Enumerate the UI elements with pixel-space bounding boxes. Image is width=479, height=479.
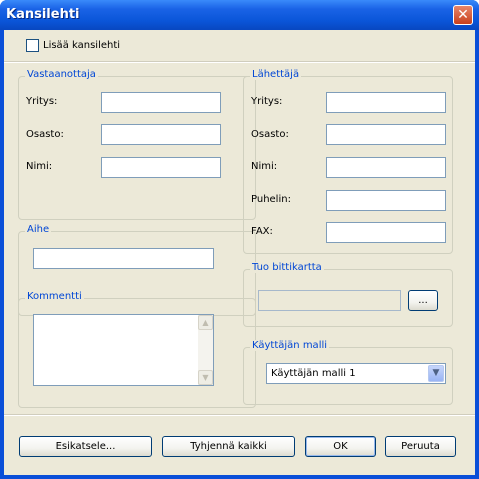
scroll-down-button[interactable]: ▼ (198, 370, 213, 385)
close-icon: ✕ (457, 7, 469, 23)
bottom-divider (4, 414, 475, 416)
sender-fax-label: FAX: (251, 226, 273, 237)
add-cover-label: Lisää kansilehti (43, 39, 121, 51)
clear-all-button[interactable]: Tyhjennä kaikki (162, 436, 295, 457)
comment-textarea[interactable]: ▲ ▼ (33, 314, 214, 386)
sender-phone-input[interactable] (326, 190, 446, 211)
recipient-company-label: Yritys: (26, 96, 58, 107)
sender-phone-label: Puhelin: (251, 194, 291, 205)
recipient-department-label: Osasto: (26, 129, 64, 140)
dialog-body: Lisää kansilehti Vastaanottaja Yritys: O… (4, 30, 475, 475)
bitmap-path-input[interactable] (258, 290, 401, 311)
add-cover-checkbox-row[interactable]: Lisää kansilehti (26, 38, 120, 52)
recipient-name-label: Nimi: (26, 161, 53, 172)
sender-name-label: Nimi: (251, 161, 278, 172)
recipient-group: Vastaanottaja Yritys: Osasto: Nimi: (18, 69, 256, 220)
subject-legend: Aihe (25, 224, 52, 235)
subject-input[interactable] (33, 248, 214, 269)
chevron-down-icon: ▼ (202, 373, 209, 382)
title-bar[interactable]: Kansilehti ✕ (0, 0, 479, 30)
sender-company-label: Yritys: (251, 96, 283, 107)
comment-scrollbar[interactable]: ▲ ▼ (198, 315, 213, 385)
sender-name-input[interactable] (326, 157, 446, 178)
chevron-up-icon: ▲ (202, 318, 209, 327)
recipient-company-input[interactable] (101, 92, 221, 113)
bitmap-browse-button[interactable]: ... (408, 290, 438, 311)
add-cover-checkbox[interactable] (26, 38, 39, 52)
top-divider (4, 61, 475, 63)
comment-group: Kommentti ▲ ▼ (18, 291, 256, 408)
sender-department-input[interactable] (326, 124, 446, 145)
chevron-down-icon: ▼ (432, 368, 440, 378)
template-select[interactable]: Käyttäjän malli 1 ▼ (266, 363, 446, 384)
comment-legend: Kommentti (25, 291, 84, 302)
recipient-name-input[interactable] (101, 157, 221, 178)
recipient-legend: Vastaanottaja (25, 69, 98, 80)
ok-button[interactable]: OK (305, 436, 376, 457)
template-legend: Käyttäjän malli (250, 340, 330, 351)
template-selected-value: Käyttäjän malli 1 (271, 368, 356, 379)
close-button[interactable]: ✕ (453, 5, 473, 25)
bitmap-legend: Tuo bittikartta (250, 262, 324, 273)
dropdown-button[interactable]: ▼ (428, 365, 444, 382)
preview-button[interactable]: Esikatsele... (19, 436, 152, 457)
sender-department-label: Osasto: (251, 129, 289, 140)
window-title: Kansilehti (6, 7, 80, 22)
cancel-button[interactable]: Peruuta (385, 436, 456, 457)
sender-company-input[interactable] (326, 92, 446, 113)
sender-fax-input[interactable] (326, 222, 446, 243)
bitmap-group: Tuo bittikartta ... (243, 262, 453, 327)
dialog-window: Kansilehti ✕ Lisää kansilehti Vastaanott… (0, 0, 479, 479)
sender-legend: Lähettäjä (250, 69, 302, 80)
sender-group: Lähettäjä Yritys: Osasto: Nimi: Puhelin:… (243, 69, 453, 254)
scroll-up-button[interactable]: ▲ (198, 315, 213, 330)
recipient-department-input[interactable] (101, 124, 221, 145)
template-group: Käyttäjän malli Käyttäjän malli 1 ▼ (243, 340, 453, 405)
